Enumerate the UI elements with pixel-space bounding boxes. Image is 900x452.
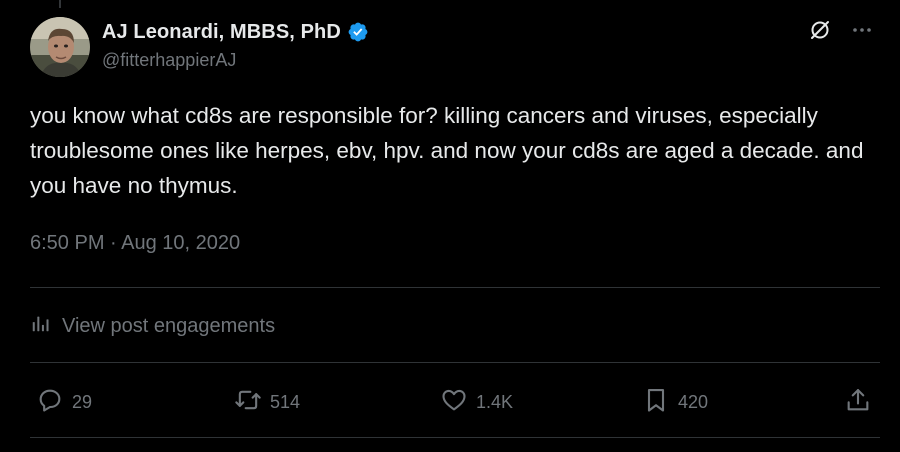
like-icon <box>440 386 468 419</box>
avatar-image <box>30 17 90 77</box>
thread-connector-line <box>59 0 61 8</box>
reply-count: 29 <box>72 391 93 412</box>
share-icon <box>844 386 872 419</box>
verified-badge-icon[interactable] <box>347 21 369 43</box>
divider <box>30 437 880 438</box>
analytics-icon <box>30 312 52 340</box>
view-engagements-link[interactable]: View post engagements <box>30 312 275 340</box>
like-button[interactable]: 1.4K <box>440 387 513 417</box>
avatar[interactable] <box>30 17 90 77</box>
view-engagements-label: View post engagements <box>62 314 276 337</box>
tweet-timestamp[interactable]: 6:50 PM · Aug 10, 2020 <box>30 232 240 255</box>
bookmark-count: 420 <box>678 391 709 412</box>
divider <box>30 287 880 288</box>
bookmark-icon <box>642 386 670 419</box>
grok-icon[interactable] <box>808 18 832 42</box>
divider <box>30 362 880 363</box>
repost-count: 514 <box>270 391 301 412</box>
action-bar: 29 514 1.4K 420 <box>36 387 870 417</box>
top-actions <box>808 18 874 42</box>
reply-button[interactable]: 29 <box>36 387 92 417</box>
author-handle[interactable]: @fitterhappierAJ <box>102 50 236 71</box>
repost-button[interactable]: 514 <box>234 387 300 417</box>
tweet-text: you know what cd8s are responsible for? … <box>30 103 864 198</box>
author-display-name[interactable]: AJ Leonardi, MBBS, PhD <box>102 21 341 44</box>
more-icon[interactable] <box>850 18 874 42</box>
reply-icon <box>36 386 64 419</box>
author-name-row: AJ Leonardi, MBBS, PhD <box>102 18 369 46</box>
share-button[interactable] <box>844 387 872 417</box>
bookmark-button[interactable]: 420 <box>642 387 708 417</box>
repost-icon <box>234 386 262 419</box>
like-count: 1.4K <box>476 391 514 412</box>
